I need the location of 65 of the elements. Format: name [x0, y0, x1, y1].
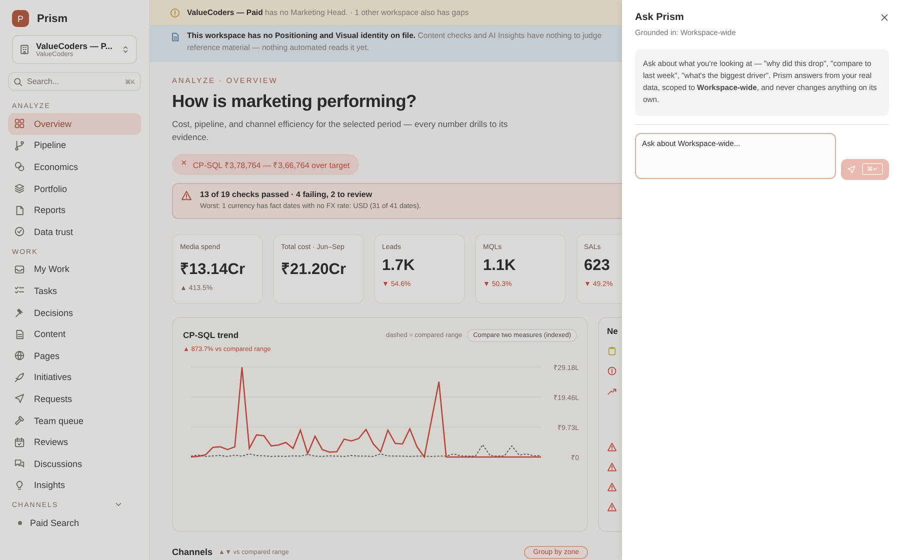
warning-triangle-icon: [607, 482, 617, 492]
warning-circle-icon: [170, 8, 180, 18]
drawer-title: Ask Prism: [635, 12, 684, 23]
search-icon: [13, 77, 23, 87]
kpi-value: 1.7K: [382, 256, 416, 275]
nav-item[interactable]: Decisions: [8, 302, 141, 324]
panel-title: Ne: [607, 326, 619, 336]
globe-icon: [14, 350, 25, 362]
section-title: Channels: [172, 547, 213, 558]
nav-item[interactable]: Data trust: [8, 220, 141, 243]
workspace-name: ValueCoders — P...: [36, 41, 114, 51]
calendar-icon: [14, 436, 25, 448]
lightbulb-icon: [14, 480, 25, 491]
page-title: How is marketing performing?: [172, 91, 418, 112]
nav-item[interactable]: Tasks: [8, 280, 141, 302]
chevron-updown-icon: [121, 45, 130, 54]
info-circle-icon: [607, 366, 617, 376]
nav-item[interactable]: Reports: [8, 199, 141, 221]
nav-item[interactable]: Initiatives: [8, 366, 141, 388]
warning-triangle-icon: [607, 462, 617, 472]
nav-item[interactable]: Economics: [8, 156, 141, 178]
kpi-value: 623: [584, 256, 611, 275]
nav-item[interactable]: Pages: [8, 344, 141, 367]
shield-icon: [14, 226, 25, 238]
kpi-value: ₹21.20Cr: [281, 260, 348, 279]
gavel-icon: [14, 307, 25, 318]
app-name: Prism: [37, 12, 68, 24]
building-icon: [19, 44, 30, 55]
warning-triangle-icon: [607, 502, 617, 512]
checklist-icon: [14, 285, 25, 296]
hammer-icon: [14, 415, 25, 426]
alert-text: CP-SQL ₹3,78,764 — ₹3,66,764 over target: [192, 160, 350, 170]
nav-item[interactable]: Content: [8, 323, 141, 345]
layers-icon: [14, 183, 25, 194]
page-subtitle: Cost, pipeline, and channel efficiency for the selected period — every number drills to its evidence.: [172, 118, 509, 144]
document-icon: [14, 204, 25, 216]
trend-arrow-icon: [607, 386, 617, 396]
send-icon: [14, 393, 25, 404]
close-icon[interactable]: [880, 13, 889, 22]
grid-icon: [14, 118, 25, 130]
nav-item[interactable]: Team queue: [8, 410, 141, 432]
chat-icon: [14, 458, 25, 470]
clipboard-icon: [607, 346, 617, 356]
checks-summary: 13 of 19 checks passed · 4 failing, 2 to review: [200, 190, 374, 199]
coins-icon: [14, 161, 25, 172]
send-icon: [847, 164, 856, 174]
nav-item[interactable]: Pipeline: [8, 134, 141, 156]
nav-item[interactable]: My Work: [8, 258, 141, 280]
warning-triangle-icon: [607, 442, 617, 452]
nav-item[interactable]: Overview: [8, 113, 141, 135]
nav-item[interactable]: Insights: [8, 474, 141, 496]
nav-item[interactable]: Portfolio: [8, 178, 141, 200]
channel-item[interactable]: Paid Search: [8, 512, 141, 534]
chart-title: CP-SQL trend: [183, 330, 239, 340]
kpi-value: 1.1K: [483, 256, 517, 275]
nav-item[interactable]: Requests: [8, 388, 141, 410]
nav-item[interactable]: Reviews: [8, 431, 141, 453]
inbox-icon: [14, 264, 25, 275]
app-logo: P: [12, 10, 29, 27]
document-icon: [170, 32, 180, 42]
warning-triangle-icon: [181, 190, 192, 201]
kpi-value: ₹13.14Cr: [180, 260, 246, 279]
branch-icon: [14, 140, 25, 151]
document-icon: [14, 328, 25, 340]
nav-item[interactable]: Discussions: [8, 452, 141, 474]
